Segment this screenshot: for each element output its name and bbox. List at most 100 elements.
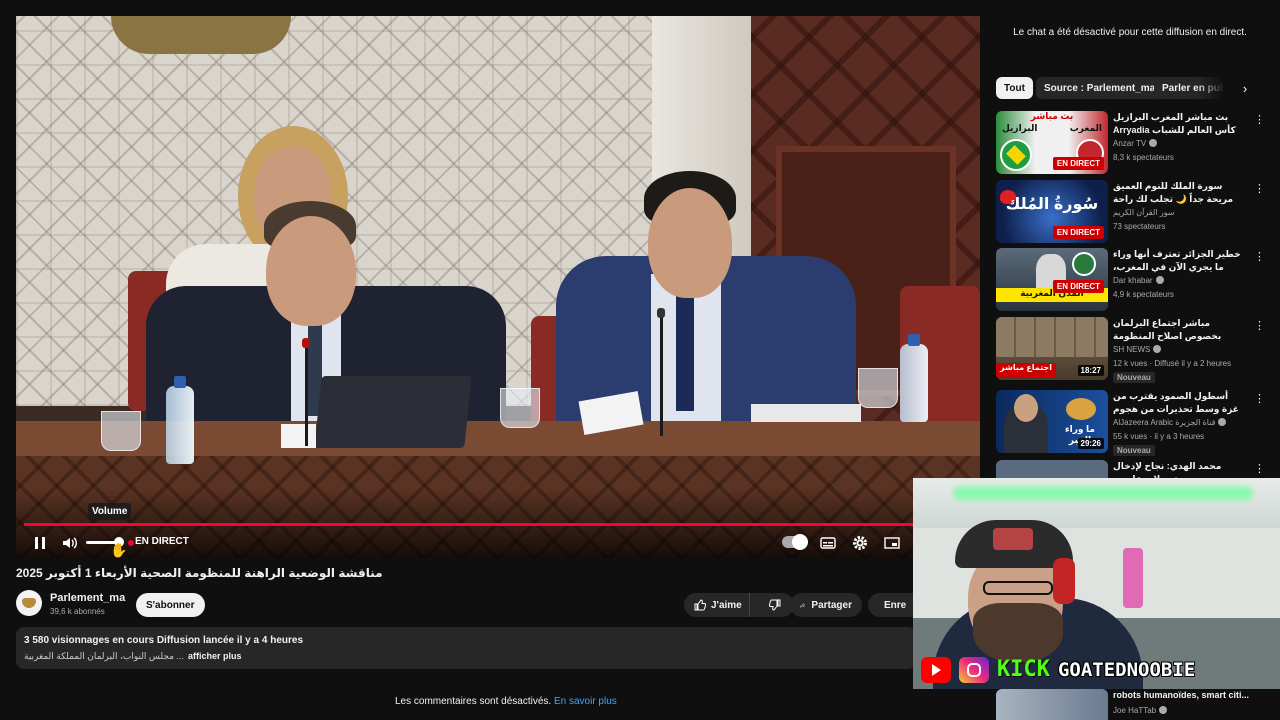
miniplayer-button[interactable] [881, 532, 903, 554]
recommendation-thumbnail[interactable]: المدن المغربية EN DIRECT [996, 248, 1108, 311]
brazil-flag-icon [1000, 139, 1032, 171]
more-options-icon[interactable]: ⋮ [1254, 182, 1265, 195]
verified-icon [1149, 139, 1158, 147]
recommendation-thumbnail[interactable] [996, 689, 1108, 720]
show-more-link[interactable]: afficher plus [188, 651, 242, 662]
autoplay-toggle[interactable] [782, 534, 808, 550]
more-options-icon[interactable]: ⋮ [1254, 462, 1265, 475]
channel-avatar[interactable] [16, 590, 42, 616]
recommendation-thumbnail[interactable]: بث مباشر البرازيل المغرب EN DIRECT [996, 111, 1108, 174]
recommendation-thumbnail[interactable]: سُورةُ المُلك EN DIRECT [996, 180, 1108, 243]
streamer-glasses [983, 581, 1053, 595]
recommendation-item[interactable]: المدن المغربية EN DIRECT خطير الجزائر تع… [996, 248, 1266, 312]
dislike-button[interactable] [756, 593, 794, 617]
instagram-icon [959, 656, 989, 683]
settings-button[interactable] [849, 532, 871, 554]
like-label: J'aime [711, 599, 742, 611]
channel-name: Anzar TV [1113, 139, 1147, 148]
chips-next-button[interactable]: › [1236, 79, 1254, 97]
mouse-cursor-icon: ✋ [110, 542, 128, 558]
like-button[interactable]: J'aime [684, 593, 751, 617]
streamer-handle: GOATEDNOOBIE [1057, 658, 1196, 681]
recommendation-thumbnail[interactable]: اجتماع مباشر 18:27 [996, 317, 1108, 380]
new-badge: Nouveau [1113, 372, 1155, 383]
recommendation-title[interactable]: محمد الهدي: نجاح لإدخال تعديلات على ... [1113, 460, 1243, 478]
share-label: Partager [811, 599, 852, 611]
recommendation-item[interactable]: محمد الهدي: نجاح لإدخال تعديلات على ... … [996, 460, 1266, 478]
page: Volume EN DIRECT ✋ مناقشة الوضعية الراهن… [0, 0, 1280, 720]
headset [1053, 558, 1075, 604]
progress-bar[interactable] [24, 523, 972, 526]
recommendation-title[interactable]: سورة الملك للنوم العميق مريحة جداً 🌙 تجل… [1113, 180, 1243, 206]
microphone-head [657, 308, 665, 318]
thumbs-down-icon [769, 599, 781, 611]
like-dislike-group: J'aime [684, 593, 794, 617]
pink-chair [1123, 548, 1143, 608]
description-box[interactable]: 3 580 visionnages en cours Diffusion lan… [16, 627, 916, 669]
mute-button[interactable] [59, 532, 81, 554]
recommendation-item[interactable]: robots humanoïdes, smart citi... Joe HaT… [996, 689, 1266, 720]
chip-source[interactable]: Source : Parlement_ma [1036, 77, 1164, 99]
live-dot-icon [128, 540, 134, 546]
recommendation-title[interactable]: بث مباشر المغرب البرازيل كأس العالم للشب… [1113, 111, 1243, 137]
recommendation-item[interactable]: اجتماع مباشر 18:27 مباشر اجتماع البرلمان… [996, 317, 1266, 383]
glass [858, 368, 898, 408]
chip-all[interactable]: Tout [996, 77, 1033, 99]
recommendation-title[interactable]: robots humanoïdes, smart citi... [1113, 690, 1249, 700]
thumbnail-caption: سُورةُ المُلك [1005, 196, 1099, 213]
channel-name: Joe HaTTab [1113, 706, 1157, 715]
pause-button[interactable] [29, 532, 51, 554]
live-badge: EN DIRECT [1052, 226, 1104, 239]
channel-name[interactable]: Parlement_ma [50, 592, 125, 604]
person-head [648, 188, 732, 298]
volume-tooltip: Volume [88, 503, 132, 520]
more-options-icon[interactable]: ⋮ [1254, 319, 1265, 332]
more-options-icon[interactable]: ⋮ [1254, 392, 1265, 405]
live-indicator[interactable]: EN DIRECT [135, 536, 189, 547]
channel-name: SH NEWS [1113, 345, 1151, 354]
volume-icon [63, 537, 77, 549]
recommendation-channel[interactable]: SH NEWS [1113, 345, 1162, 354]
thumbnail-caption: البرازيل [1002, 123, 1038, 133]
player-controls: EN DIRECT [16, 530, 980, 556]
recommendation-channel[interactable]: Joe HaTTab [1113, 706, 1168, 715]
new-badge: Nouveau [1113, 445, 1155, 456]
recommendation-title[interactable]: مباشر اجتماع البرلمان بخصوص اصلاح المنظو… [1113, 317, 1243, 343]
paper [281, 424, 316, 448]
recommendation-title[interactable]: خطير الجزائر تعترف أنها وراء ما يجري الآ… [1113, 248, 1243, 274]
webcam-overlay: KICK GOATEDNOOBIE [913, 478, 1280, 689]
person-head [266, 216, 356, 326]
description-preview: مجلس النواب، البرلمان المملكة المغربية .… [24, 651, 908, 662]
subtitles-button[interactable] [817, 532, 839, 554]
video-frame [16, 16, 980, 558]
recommendation-thumbnail[interactable] [996, 460, 1108, 478]
recommendation-channel[interactable]: AlJazeera Arabic قناة الجزيرة [1113, 418, 1227, 427]
chat-disabled-notice: Le chat a été désactivé pour cette diffu… [1013, 27, 1247, 38]
recommendation-channel[interactable]: سور القرآن الكريم [1113, 208, 1174, 217]
recommendation-thumbnail[interactable]: ما وراء الخبر 29:26 [996, 390, 1108, 453]
recommendation-meta: 8,3 k spectateurs [1113, 153, 1174, 162]
recommendation-channel[interactable]: Dar khabar [1113, 276, 1164, 285]
emblem-icon [1072, 252, 1096, 276]
water-bottle [900, 334, 928, 422]
video-player[interactable] [16, 16, 980, 558]
verified-icon [1159, 706, 1168, 714]
recommendation-item[interactable]: بث مباشر البرازيل المغرب EN DIRECT بث مب… [996, 111, 1266, 175]
save-button[interactable]: Enre [868, 593, 916, 617]
share-button[interactable]: Partager [790, 593, 862, 617]
subscribe-button[interactable]: S'abonner [136, 593, 205, 617]
verified-icon [1155, 276, 1164, 284]
recommendation-channel[interactable]: Anzar TV [1113, 139, 1158, 148]
save-label: Enre [884, 599, 907, 611]
more-options-icon[interactable]: ⋮ [1254, 113, 1265, 126]
subtitles-icon [820, 537, 836, 549]
recommendation-item[interactable]: ما وراء الخبر 29:26 أسطول الصمود يقترب م… [996, 390, 1266, 456]
recommendation-title[interactable]: أسطول الصمود يقترب من غزة وسط تحذيرات من… [1113, 390, 1243, 416]
verified-icon [1218, 418, 1227, 426]
learn-more-link[interactable]: En savoir plus [554, 696, 617, 707]
view-stats: 3 580 visionnages en cours Diffusion lan… [24, 635, 303, 646]
live-badge: EN DIRECT [1052, 280, 1104, 293]
aljazeera-logo-icon [1066, 398, 1096, 420]
recommendation-item[interactable]: سُورةُ المُلك EN DIRECT سورة الملك للنوم… [996, 180, 1266, 244]
more-options-icon[interactable]: ⋮ [1254, 250, 1265, 263]
